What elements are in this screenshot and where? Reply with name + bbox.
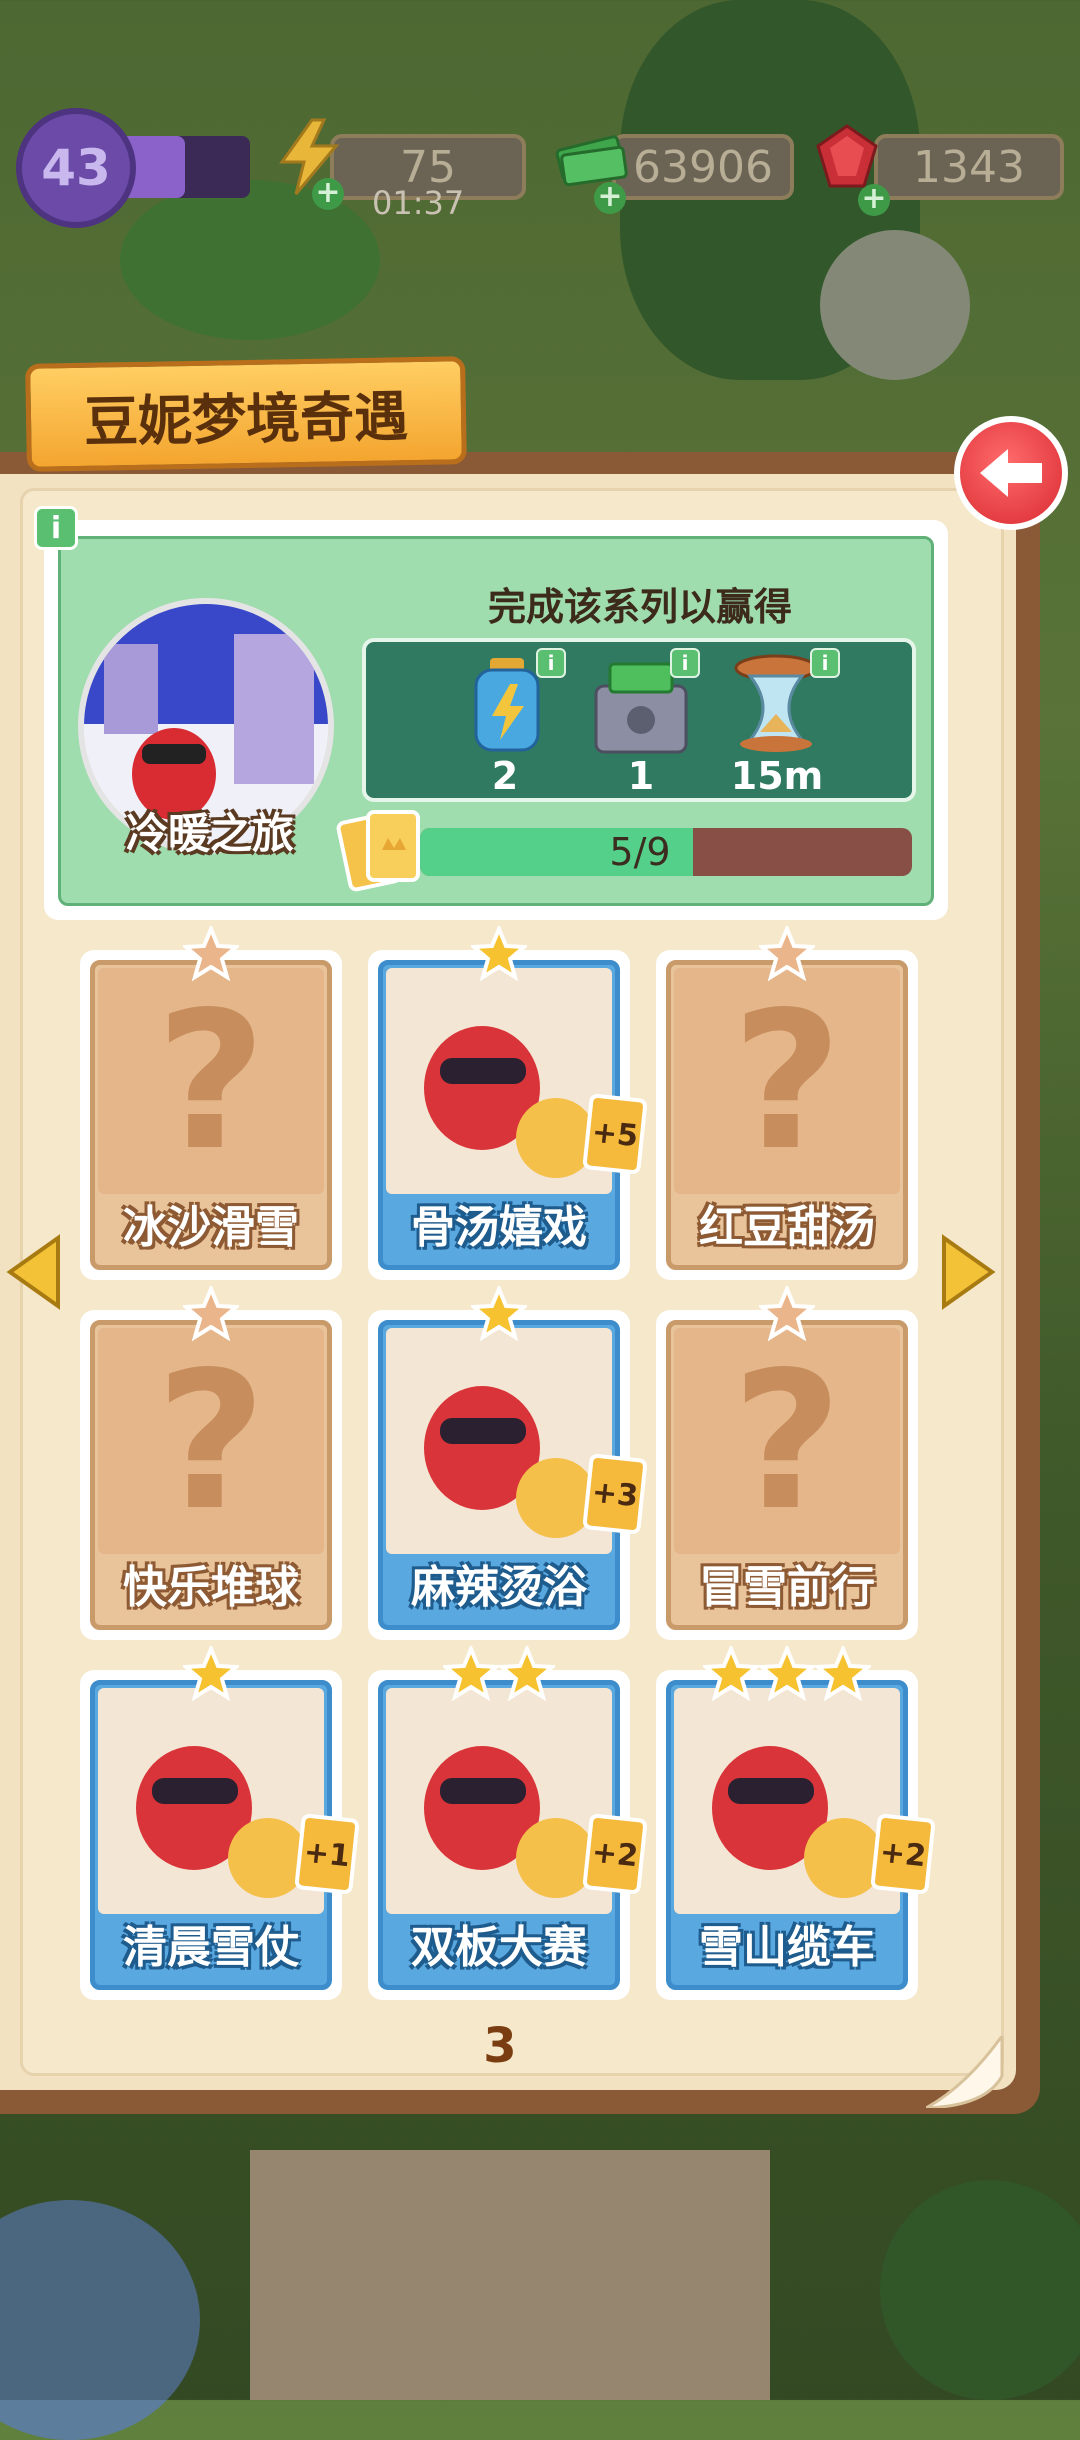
gem-counter: 1343 [874,134,1064,200]
card-locked-artwork: ? [98,968,324,1194]
level-value: 43 [41,139,111,197]
next-page-arrow[interactable] [938,1234,998,1310]
star-icon [468,1283,530,1342]
duplicate-count-badge: +1 [294,1813,360,1895]
collection-card[interactable]: ? 冒雪前行 [656,1283,918,1640]
panel-title: 豆妮梦境奇遇 [83,384,409,454]
card-locked-artwork: ? [98,1328,324,1554]
page-number: 3 [483,2018,517,2074]
series-info-button[interactable]: i [34,506,78,550]
prev-page-arrow[interactable] [4,1234,64,1310]
card-stack-icon [336,800,432,896]
card-artwork [386,1328,612,1554]
add-cash-button[interactable]: + [594,182,626,214]
collection-card[interactable]: ? 快乐堆球 [80,1283,342,1640]
back-arrow-icon [980,449,1042,497]
duplicate-count-badge: +5 [582,1093,648,1175]
card-stars [368,923,630,982]
collection-card[interactable]: ? 红豆甜汤 [656,923,918,1280]
reward-energy-bottle[interactable]: i 2 [440,648,570,798]
question-mark-icon: ? [731,970,843,1192]
add-energy-button[interactable]: + [312,178,344,210]
series-progress-text: 5/9 [609,830,671,874]
collection-card[interactable]: 骨汤嬉戏 +5 [368,923,648,1280]
card-locked-artwork: ? [674,1328,900,1554]
collection-card[interactable]: 麻辣烫浴 +3 [368,1283,648,1640]
reward-info-button[interactable]: i [670,648,700,678]
reward-info-button[interactable]: i [810,648,840,678]
panel-title-tab: 豆妮梦境奇遇 [25,356,467,472]
card-stars [368,1643,630,1702]
card-artwork [386,968,612,1194]
star-icon [756,1643,818,1702]
collection-card[interactable]: ? 冰沙滑雪 [80,923,342,1280]
card-stars [80,1643,342,1702]
star-icon [180,1643,242,1702]
star-icon [812,1643,874,1702]
series-name: 冷暖之旅 [125,809,294,858]
reward-info-button[interactable]: i [536,648,566,678]
star-icon [700,1643,762,1702]
energy-timer: 01:37 [372,184,465,222]
star-icon [180,1283,242,1342]
reward-hourglass[interactable]: i 15m [712,648,842,798]
card-name: 冒雪前行 [699,1562,875,1613]
card-stars [368,1283,630,1342]
gem-value: 1343 [913,141,1025,193]
level-badge[interactable]: 43 [16,108,136,228]
card-artwork [98,1688,324,1914]
card-name: 清晨雪仗 [123,1922,299,1973]
card-stars [80,923,342,982]
back-button[interactable] [954,416,1068,530]
star-icon [440,1643,502,1702]
card-name: 麻辣烫浴 [411,1562,587,1613]
card-name: 红豆甜汤 [699,1202,875,1253]
card-stars [656,1643,918,1702]
question-mark-icon: ? [731,1330,843,1552]
cash-value: 63906 [633,141,773,193]
card-artwork [386,1688,612,1914]
card-name: 雪山缆车 [699,1922,875,1973]
card-name: 骨汤嬉戏 [411,1202,587,1253]
collection-card[interactable]: 雪山缆车 +2 [656,1643,936,2000]
card-stars [656,923,918,982]
duplicate-count-badge: +3 [582,1453,648,1535]
star-icon [496,1643,558,1702]
question-mark-icon: ? [155,1330,267,1552]
reward-value: 2 [491,754,519,798]
question-mark-icon: ? [155,970,267,1192]
card-stars [656,1283,918,1342]
collection-card[interactable]: 双板大赛 +2 [368,1643,648,2000]
card-locked-artwork: ? [674,968,900,1194]
collection-card[interactable]: 清晨雪仗 +1 [80,1643,360,2000]
card-stars [80,1283,342,1342]
reward-cash-safe[interactable]: i 1 [576,648,706,798]
xp-bar [120,136,250,198]
card-name: 冰沙滑雪 [123,1202,299,1253]
card-artwork [674,1688,900,1914]
page-curl[interactable] [925,2031,1004,2110]
star-icon [756,923,818,982]
card-name: 快乐堆球 [123,1562,299,1613]
star-icon [180,923,242,982]
reward-heading: 完成该系列以赢得 [487,585,792,629]
add-gems-button[interactable]: + [858,184,890,216]
star-icon [756,1283,818,1342]
reward-value: 1 [627,754,655,798]
card-name: 双板大赛 [411,1922,587,1973]
reward-value: 15m [730,754,824,798]
cash-counter: 63906 [612,134,794,200]
duplicate-count-badge: +2 [870,1813,936,1895]
duplicate-count-badge: +2 [582,1813,648,1895]
star-icon [468,923,530,982]
